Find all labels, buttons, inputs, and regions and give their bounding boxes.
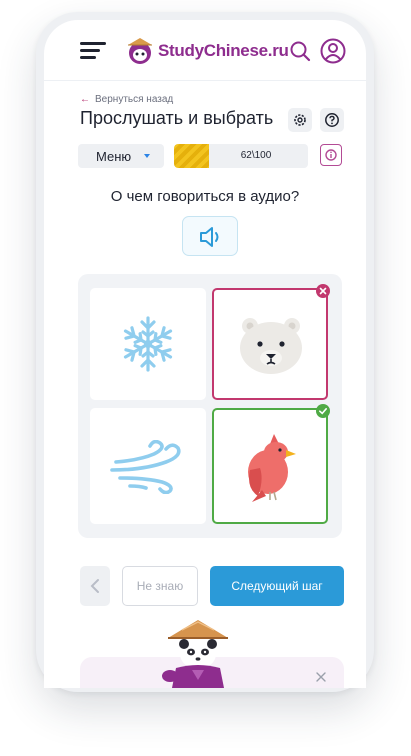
- progress-fill: [174, 144, 209, 168]
- red-bird-icon: [248, 434, 296, 502]
- logo-chinese: Chinese.ru: [203, 41, 289, 60]
- previous-button[interactable]: [80, 566, 110, 606]
- answer-option-red-bird[interactable]: [212, 404, 330, 524]
- chevron-left-icon: [90, 579, 99, 593]
- logo[interactable]: StudyChinese.ru: [124, 36, 289, 66]
- logo-study: Study: [158, 41, 204, 60]
- page-title: Прослушать и выбрать: [80, 108, 274, 128]
- answer-option-wind[interactable]: [90, 408, 206, 524]
- answer-option-snowflake[interactable]: [90, 288, 206, 400]
- arrow-left-icon: ←: [80, 94, 90, 105]
- settings-button[interactable]: [288, 108, 312, 132]
- correct-badge: [316, 404, 330, 418]
- wind-icon: [110, 440, 181, 494]
- back-label: Вернуться назад: [95, 94, 174, 105]
- next-step-button[interactable]: Следующий шаг: [210, 566, 344, 606]
- phone-frame: StudyChinese.ru ← Вернуться назад Прослуш…: [36, 12, 374, 692]
- polar-bear-icon: [240, 318, 302, 374]
- answer-option-polar-bear[interactable]: [212, 284, 330, 400]
- info-icon: [325, 149, 337, 161]
- back-link[interactable]: ← Вернуться назад: [80, 94, 173, 105]
- logo-text: StudyChinese.ru: [158, 41, 289, 61]
- logo-mascot-icon: [128, 38, 152, 64]
- check-icon: [319, 408, 327, 415]
- dont-know-button[interactable]: Не знаю: [122, 566, 198, 606]
- progress-text: 62\100: [240, 150, 272, 161]
- hamburger-icon[interactable]: [80, 42, 106, 60]
- question-text: О чем говориться в аудио?: [110, 188, 300, 205]
- question-icon: [325, 113, 339, 127]
- user-icon[interactable]: [320, 38, 346, 64]
- snowflake-icon: [120, 316, 176, 372]
- gear-icon: [294, 114, 306, 126]
- search-icon[interactable]: [289, 40, 311, 62]
- help-button[interactable]: [320, 108, 344, 132]
- play-audio-button[interactable]: [182, 216, 238, 256]
- close-icon[interactable]: [314, 670, 328, 684]
- chevron-down-icon: [144, 154, 150, 158]
- answer-grid: [78, 274, 342, 538]
- wrong-badge: [316, 284, 330, 298]
- app-screen: StudyChinese.ru ← Вернуться назад Прослуш…: [44, 20, 366, 688]
- speaker-icon: [200, 227, 219, 247]
- header: StudyChinese.ru: [44, 20, 366, 81]
- menu-dropdown-label: Меню: [96, 149, 132, 164]
- info-button[interactable]: [320, 144, 342, 166]
- close-icon: [319, 287, 327, 295]
- panda-mascot: [162, 620, 228, 688]
- progress-bar: 62\100: [174, 144, 308, 168]
- menu-dropdown[interactable]: Меню: [78, 144, 164, 168]
